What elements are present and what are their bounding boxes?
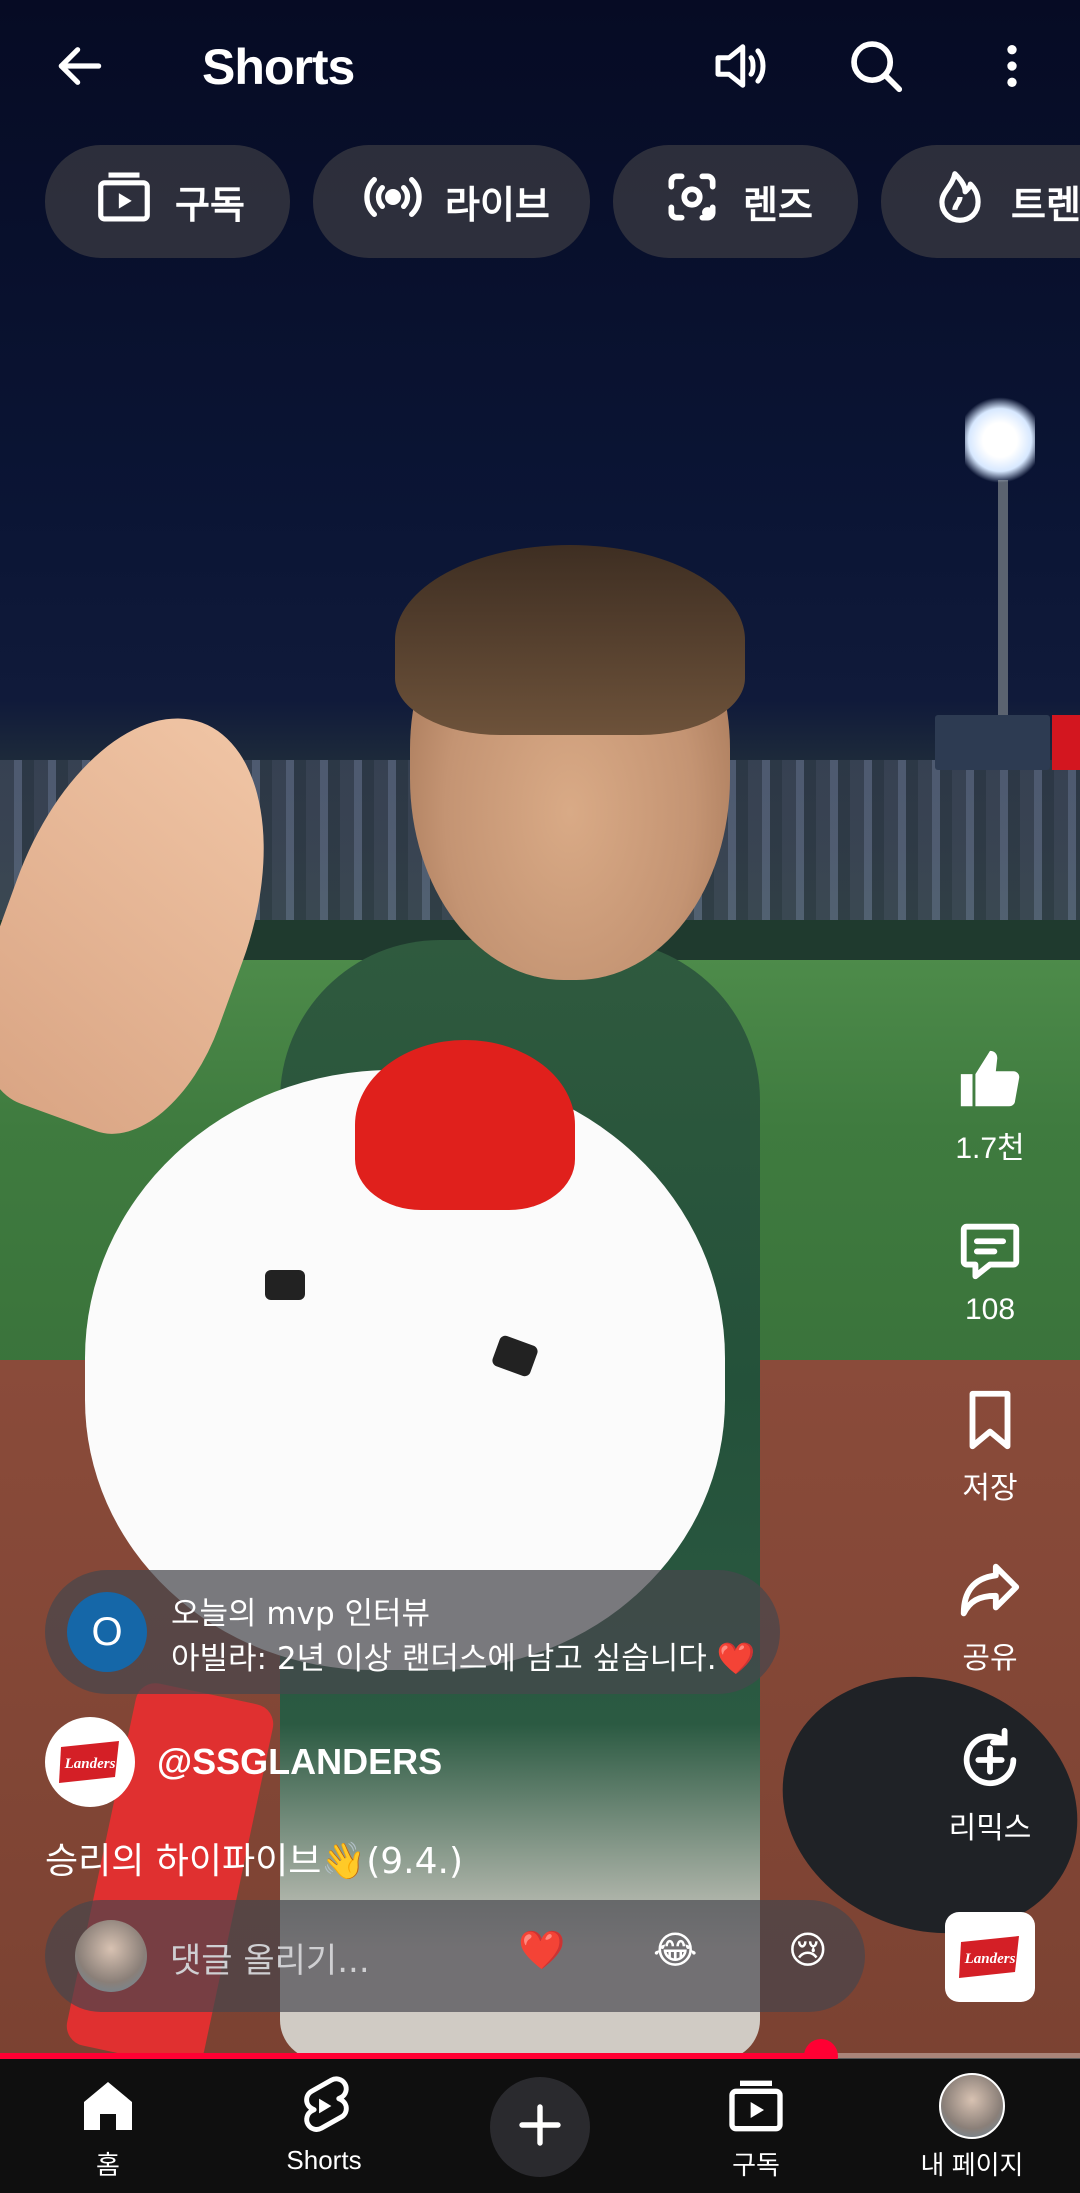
back-button[interactable]: [40, 28, 120, 108]
video-description[interactable]: 승리의 하이파이브👋(9.4.): [45, 1832, 463, 1884]
share-label: 공유: [962, 1642, 1018, 1675]
nav-shorts-label: Shorts: [286, 2145, 362, 2175]
top-bar: Shorts: [0, 0, 1080, 140]
search-icon: [845, 35, 907, 101]
remix-icon: [930, 1725, 1050, 1795]
caption-avatar: O: [67, 1592, 147, 1672]
save-button[interactable]: 저장: [930, 1385, 1050, 1507]
sound-thumbnail-text: Landers: [964, 1951, 1016, 1967]
chip-label: 구독: [175, 183, 245, 227]
billboard: [935, 715, 1050, 770]
chip-trending[interactable]: 트렌: [881, 145, 1080, 258]
live-icon: [361, 165, 445, 238]
more-vertical-icon: [984, 38, 1040, 98]
remix-button[interactable]: 리믹스: [930, 1725, 1050, 1847]
subscriptions-icon: [671, 2071, 841, 2141]
caption-text: 아빌라: 2년 이상 랜더스에 남고 싶습니다.❤️: [171, 1641, 756, 1677]
nav-home[interactable]: 홈: [23, 2071, 193, 2182]
lens-icon: [661, 166, 743, 237]
emoji-sad-button[interactable]: 😢: [788, 1928, 828, 1972]
like-button[interactable]: 1.7천: [930, 1045, 1050, 1167]
comment-count: 108: [964, 1293, 1016, 1326]
caption-title: 오늘의 mvp 인터뷰: [171, 1596, 431, 1632]
sound-thumbnail[interactable]: Landers: [945, 1912, 1035, 2002]
comment-input[interactable]: 댓글 올리기...: [170, 1933, 370, 1982]
search-button[interactable]: [836, 28, 916, 108]
sound-button[interactable]: [700, 28, 780, 108]
emoji-laugh-button[interactable]: 😂: [653, 1928, 697, 1972]
plus-icon: [513, 2098, 567, 2156]
nav-subscriptions[interactable]: 구독: [671, 2071, 841, 2182]
comment-bar[interactable]: 댓글 올리기... ❤️ 😂 😢: [45, 1900, 865, 2012]
chip-lens[interactable]: 렌즈: [613, 145, 858, 258]
billboard-red: [1052, 715, 1080, 770]
caption-card[interactable]: O 오늘의 mvp 인터뷰 아빌라: 2년 이상 랜더스에 남고 싶습니다.❤️: [45, 1570, 780, 1694]
comment-button[interactable]: 108: [930, 1215, 1050, 1327]
player-hair: [395, 545, 745, 735]
shorts-icon: [239, 2071, 409, 2141]
create-button[interactable]: [490, 2077, 590, 2177]
page-title: Shorts: [202, 39, 355, 95]
channel-logo-text: Landers: [64, 1756, 116, 1772]
bookmark-icon: [930, 1385, 1050, 1455]
chip-label: 라이브: [445, 183, 550, 227]
avatar: [75, 1920, 147, 1992]
nav-my-page[interactable]: 내 페이지: [887, 2071, 1057, 2182]
light-pole: [998, 480, 1008, 720]
subscriptions-icon: [93, 166, 175, 237]
chip-subscriptions[interactable]: 구독: [45, 145, 290, 258]
chip-live[interactable]: 라이브: [313, 145, 590, 258]
share-button[interactable]: 공유: [930, 1555, 1050, 1677]
nav-subscriptions-label: 구독: [732, 2150, 780, 2180]
nav-home-label: 홈: [96, 2150, 120, 2180]
home-icon: [23, 2071, 193, 2141]
thumbs-up-icon: [930, 1045, 1050, 1115]
volume-icon: [707, 33, 773, 103]
save-label: 저장: [962, 1472, 1018, 1505]
trending-icon: [929, 166, 1011, 237]
nav-my-page-label: 내 페이지: [920, 2150, 1024, 2180]
arrow-left-icon: [52, 38, 108, 98]
chip-label: 트렌: [1011, 183, 1080, 227]
share-icon: [930, 1555, 1050, 1625]
channel-name[interactable]: @SSGLANDERS: [157, 1741, 442, 1783]
remix-label: 리믹스: [948, 1812, 1032, 1845]
stadium-light: [965, 395, 1035, 485]
like-count: 1.7천: [955, 1132, 1025, 1165]
channel-logo[interactable]: Landers: [45, 1717, 135, 1807]
more-button[interactable]: [972, 28, 1052, 108]
chip-label: 렌즈: [743, 183, 813, 227]
nav-shorts[interactable]: Shorts: [239, 2071, 409, 2176]
emoji-heart-button[interactable]: ❤️: [518, 1928, 565, 1973]
avatar: [939, 2073, 1005, 2139]
channel-row[interactable]: Landers @SSGLANDERS: [45, 1717, 442, 1807]
comment-icon: [930, 1215, 1050, 1285]
bottom-nav: 홈 Shorts 구독 내 페이지: [0, 2059, 1080, 2193]
filter-chips: 구독 라이브 렌즈 트렌: [0, 145, 1080, 260]
